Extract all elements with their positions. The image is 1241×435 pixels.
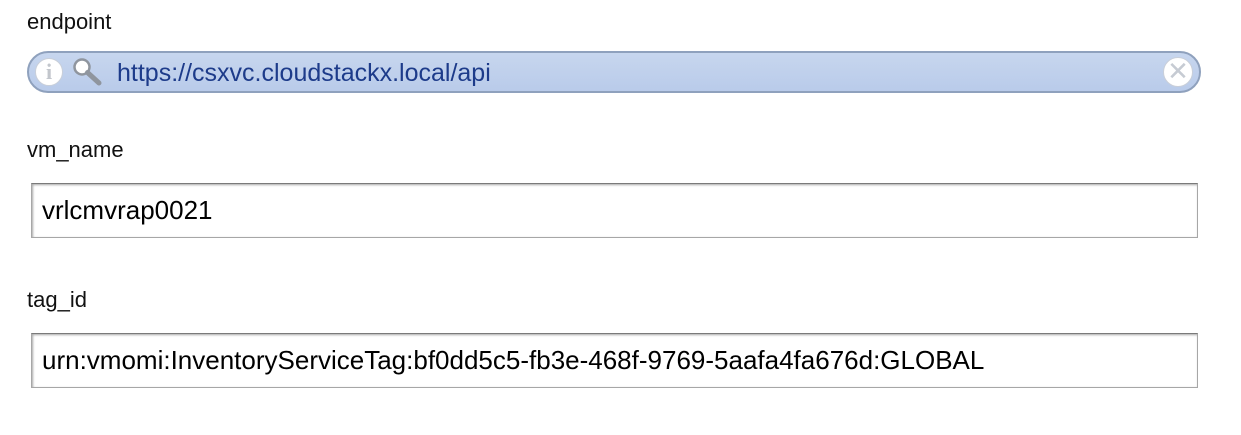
endpoint-search-field[interactable]: i https://csxvc.cloudstackx.local/api ✕	[27, 51, 1201, 93]
endpoint-label: endpoint	[27, 9, 112, 34]
tag-id-label: tag_id	[27, 287, 87, 312]
vm-name-label: vm_name	[27, 137, 124, 162]
clear-icon[interactable]: ✕	[1163, 57, 1193, 87]
tag-id-input[interactable]	[31, 333, 1198, 388]
vm-name-input[interactable]	[31, 183, 1198, 238]
endpoint-value[interactable]: https://csxvc.cloudstackx.local/api	[117, 58, 491, 88]
info-icon[interactable]: i	[35, 58, 63, 86]
search-icon	[71, 56, 105, 88]
